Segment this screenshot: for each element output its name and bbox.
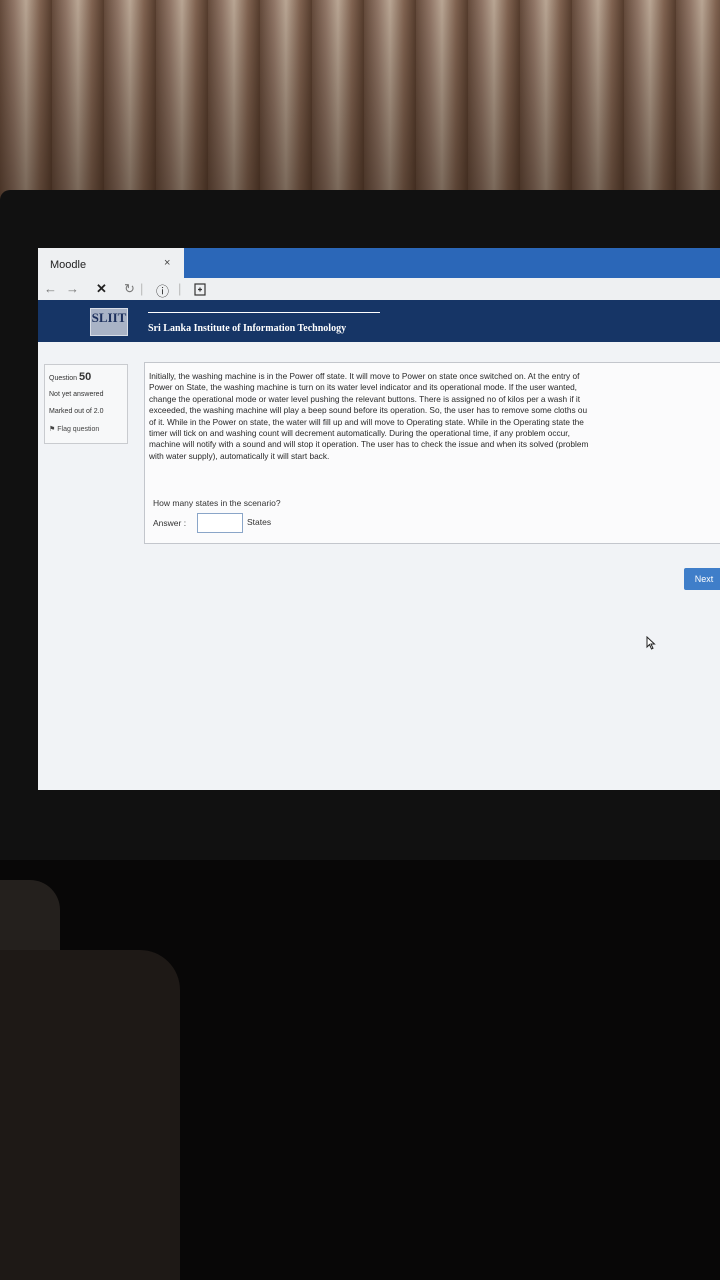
flag-label: Flag question	[57, 426, 100, 433]
question-info-panel: Question 50 Not yet answered Marked out …	[44, 364, 128, 444]
question-line: exceeded, the washing machine will play …	[149, 405, 588, 416]
refresh-icon[interactable]: ↻	[124, 281, 135, 297]
back-icon[interactable]: ←	[44, 281, 57, 296]
browser-tab[interactable]: Moodle ×	[38, 248, 184, 278]
institute-name: Sri Lanka Institute of Information Techn…	[148, 323, 347, 334]
question-line: with water supply), automatically it wil…	[149, 450, 330, 461]
separator: |	[140, 281, 144, 296]
navigation-bar: ← → ✕ ↻ | ⓘ |	[38, 278, 720, 301]
question-text: Initially, the washing machine is in the…	[149, 371, 720, 462]
question-prompt: How many states in the scenario?	[153, 498, 281, 508]
question-status: Not yet answered	[49, 391, 104, 398]
browser-screen: Moodle × ← → ✕ ↻ | ⓘ | SLIIT Sri Lanka I…	[38, 248, 720, 790]
question-number-line: Question 50	[49, 371, 91, 383]
answer-input[interactable]	[197, 513, 243, 533]
question-line: Power on State, the washing machine is t…	[149, 382, 577, 393]
question-marks: Marked out of 2.0	[49, 408, 104, 415]
question-line: timer will tick on and washing count wil…	[149, 428, 570, 439]
question-line: machine will notify with a sound and wil…	[149, 439, 589, 450]
banner-divider	[148, 312, 380, 313]
separator: |	[178, 281, 182, 296]
tab-close-icon[interactable]: ×	[164, 257, 170, 269]
answer-label: Answer :	[153, 518, 187, 528]
mouse-cursor-icon	[646, 635, 656, 653]
question-label: Question	[49, 375, 78, 382]
forward-icon[interactable]: →	[66, 281, 79, 296]
next-button[interactable]: Next	[684, 568, 720, 590]
question-content-box: Initially, the washing machine is in the…	[144, 362, 720, 544]
question-line: of it. While in the Power on state, the …	[149, 416, 584, 427]
answer-units: States	[247, 517, 272, 527]
site-banner: SLIIT Sri Lanka Institute of Information…	[38, 300, 720, 342]
site-info-icon[interactable]: ⓘ	[156, 281, 169, 300]
question-line: change the operational mode or water lev…	[149, 393, 581, 404]
page-icon[interactable]	[194, 283, 206, 299]
chair-back	[0, 880, 60, 960]
chair	[0, 950, 180, 1280]
question-line: Initially, the washing machine is in the…	[149, 371, 580, 381]
question-number: 50	[78, 371, 92, 383]
tab-title: Moodle	[50, 259, 87, 271]
sliit-logo: SLIIT	[90, 308, 128, 336]
curtain-shadow	[0, 0, 720, 200]
stop-icon[interactable]: ✕	[96, 281, 107, 297]
flag-question-link[interactable]: ⚑ Flag question	[49, 425, 99, 433]
tab-bar: Moodle ×	[38, 248, 720, 278]
flag-icon: ⚑	[49, 426, 56, 433]
